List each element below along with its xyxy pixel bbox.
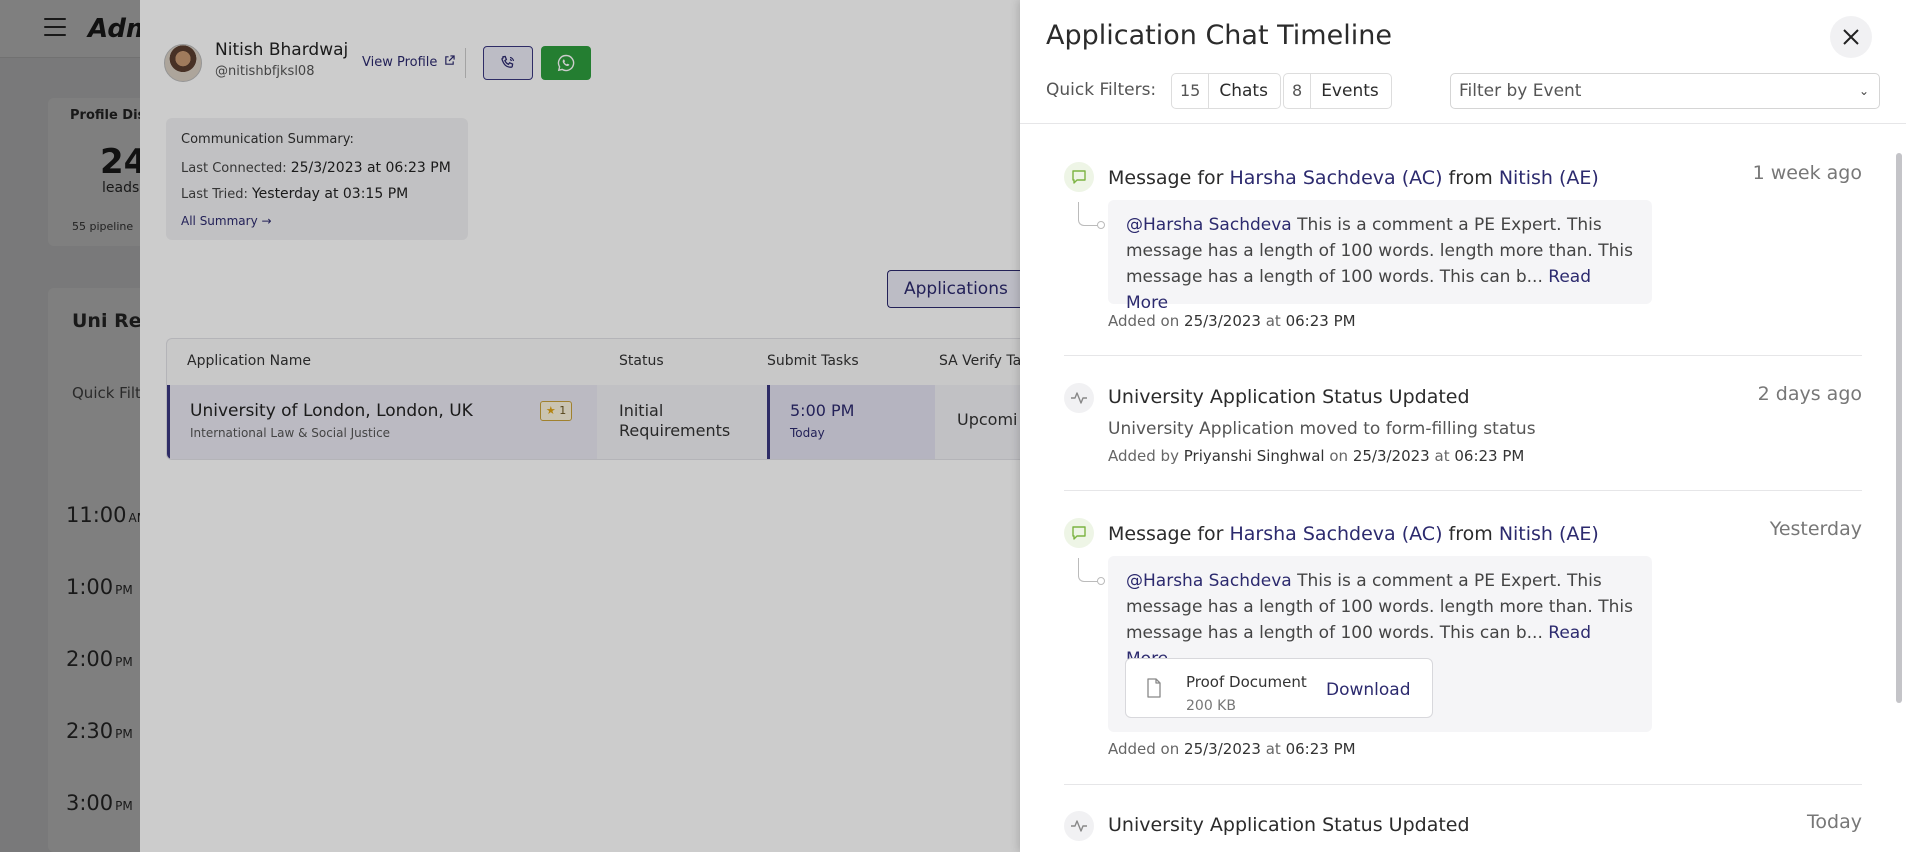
attachment-name: Proof Document [1186, 673, 1307, 691]
attachment-size: 200 KB [1186, 698, 1236, 714]
entry-title: Message for Harsha Sachdeva (AC) from Ni… [1108, 167, 1599, 189]
chat-icon [1064, 162, 1094, 192]
entry-time-ago: Yesterday [1769, 518, 1862, 540]
application-panel-overlay[interactable] [140, 0, 1020, 852]
events-filter-chip[interactable]: 8 Events [1283, 73, 1392, 109]
event-filter-select[interactable]: Filter by Event ⌄ [1450, 73, 1880, 109]
events-label: Events [1321, 81, 1379, 101]
entry-title: University Application Status Updated [1108, 386, 1470, 408]
entry-meta: Added on 25/3/2023 at 06:23 PM [1108, 740, 1356, 758]
thread-connector [1078, 202, 1105, 229]
mention[interactable]: @Harsha Sachdeva [1126, 215, 1292, 235]
close-icon [1843, 29, 1859, 45]
divider [1064, 355, 1862, 356]
sender-name[interactable]: Nitish (AE) [1499, 523, 1599, 545]
events-count: 8 [1284, 74, 1312, 108]
drawer-title: Application Chat Timeline [1046, 20, 1392, 51]
scrollbar[interactable] [1896, 153, 1902, 703]
close-button[interactable] [1830, 16, 1872, 58]
chat-icon [1064, 518, 1094, 548]
quick-filters-label: Quick Filters: [1046, 80, 1157, 100]
entry-time-ago: 1 week ago [1752, 162, 1862, 184]
entry-time-ago: Today [1807, 811, 1862, 833]
attachment-card: Proof Document 200 KB Download [1125, 658, 1433, 718]
download-button[interactable]: Download [1326, 677, 1411, 703]
thread-connector [1078, 558, 1105, 585]
chevron-down-icon: ⌄ [1858, 84, 1869, 98]
sender-name[interactable]: Nitish (AE) [1499, 167, 1599, 189]
message-bubble: @Harsha Sachdeva This is a comment a PE … [1108, 200, 1652, 313]
entry-meta: Added on 25/3/2023 at 06:23 PM [1108, 312, 1356, 330]
chats-count: 15 [1172, 74, 1210, 108]
chats-label: Chats [1219, 81, 1268, 101]
divider [1064, 784, 1862, 785]
recipient-name[interactable]: Harsha Sachdeva (AC) [1230, 167, 1443, 189]
entry-description: University Application moved to form-fil… [1108, 419, 1536, 439]
chat-timeline-drawer: Application Chat Timeline Quick Filters:… [1020, 0, 1906, 852]
document-icon [1147, 678, 1161, 698]
divider [1064, 490, 1862, 491]
message-bubble: @Harsha Sachdeva This is a comment a PE … [1108, 556, 1652, 732]
entry-title: Message for Harsha Sachdeva (AC) from Ni… [1108, 523, 1599, 545]
activity-icon [1064, 383, 1094, 413]
recipient-name[interactable]: Harsha Sachdeva (AC) [1230, 523, 1443, 545]
divider [1020, 123, 1906, 124]
entry-time-ago: 2 days ago [1757, 383, 1862, 405]
chats-filter-chip[interactable]: 15 Chats [1171, 73, 1281, 109]
entry-meta: Added by Priyanshi Singhwal on 25/3/2023… [1108, 447, 1525, 465]
entry-title: University Application Status Updated [1108, 814, 1470, 836]
mention[interactable]: @Harsha Sachdeva [1126, 571, 1292, 591]
activity-icon [1064, 811, 1094, 841]
